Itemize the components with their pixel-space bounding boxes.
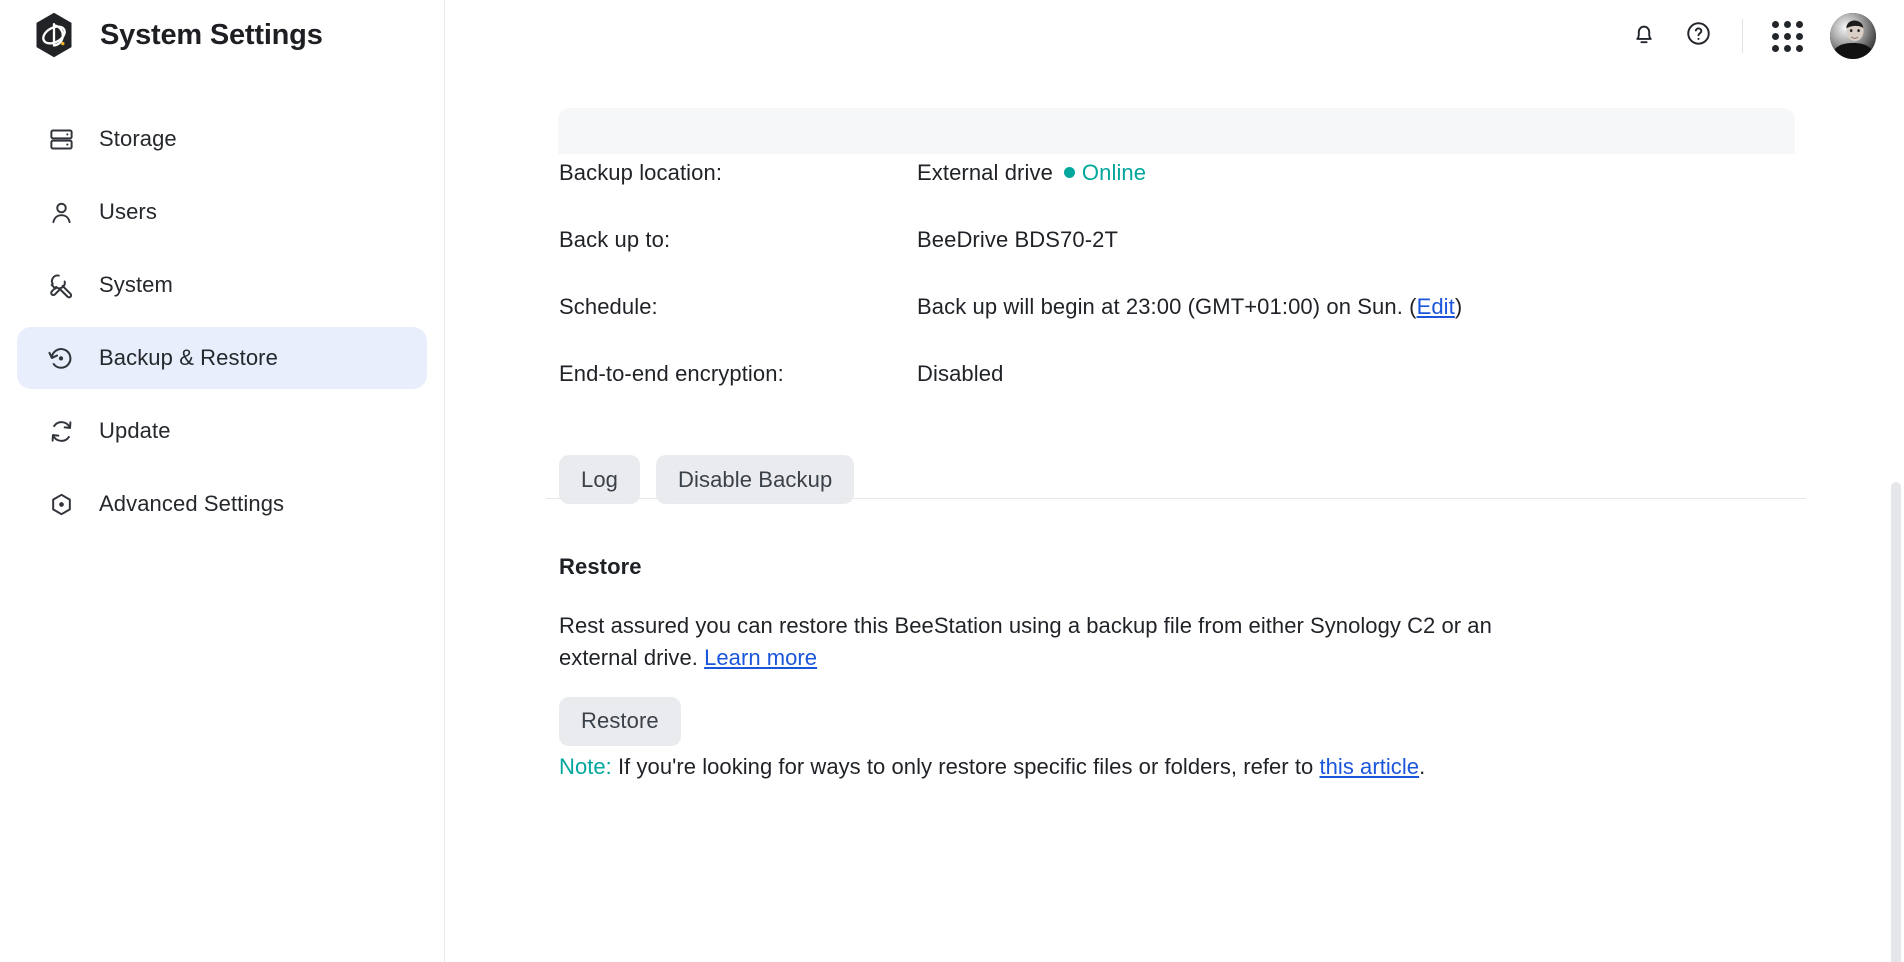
this-article-link[interactable]: this article (1319, 754, 1419, 779)
sidebar-item-system[interactable]: System (17, 254, 427, 316)
sidebar-item-storage[interactable]: Storage (17, 108, 427, 170)
page-title: System Settings (100, 18, 323, 51)
restore-section: Restore Rest assured you can restore thi… (559, 554, 1569, 746)
user-icon (46, 197, 76, 227)
wrench-icon (46, 270, 76, 300)
note-text-suffix: . (1419, 754, 1426, 779)
sidebar-item-label: Update (99, 418, 171, 443)
disable-backup-button[interactable]: Disable Backup (656, 455, 855, 504)
info-value: External drive Online (917, 160, 1146, 186)
avatar[interactable] (1830, 13, 1876, 59)
scrollbar-thumb[interactable] (1891, 482, 1901, 962)
apps-grid-icon (1771, 20, 1803, 52)
sidebar-item-advanced-settings[interactable]: Advanced Settings (17, 473, 427, 535)
help-circle-icon (1685, 20, 1712, 52)
restore-description-text: Rest assured you can restore this BeeSta… (559, 613, 1492, 670)
storage-icon (46, 124, 76, 154)
backup-location-value: External drive (917, 160, 1053, 185)
toolbar-divider (1742, 19, 1743, 53)
sidebar: System Settings Storage Users System Bac… (0, 0, 445, 962)
backup-restore-icon (46, 343, 76, 373)
info-label: End-to-end encryption: (559, 361, 784, 386)
restore-button[interactable]: Restore (559, 696, 681, 746)
info-label: Back up to: (559, 227, 671, 252)
top-bar (445, 0, 1904, 72)
sidebar-nav: Storage Users System Backup & Restore Up… (0, 108, 444, 535)
edit-schedule-link[interactable]: Edit (1417, 294, 1455, 319)
main-area: Backup location: External drive Online Ba… (445, 0, 1904, 962)
backup-target-value: BeeDrive BDS70-2T (917, 227, 1118, 252)
beestation-hex-logo-icon (30, 11, 78, 59)
sidebar-item-update[interactable]: Update (17, 400, 427, 462)
note-label: Note: (559, 754, 612, 779)
brand-header: System Settings (0, 0, 444, 70)
learn-more-link[interactable]: Learn more (704, 645, 817, 670)
help-button[interactable] (1671, 9, 1725, 63)
sidebar-item-users[interactable]: Users (17, 181, 427, 243)
info-label: Backup location: (559, 160, 723, 185)
info-row-encryption: End-to-end encryption: Disabled (559, 361, 1809, 428)
sidebar-item-label: Advanced Settings (99, 491, 285, 516)
scrolled-panel-top-edge (558, 108, 1795, 154)
sidebar-item-label: Users (99, 199, 157, 224)
schedule-value: Back up will begin at 23:00 (GMT+01:00) … (917, 294, 1462, 320)
hexagon-dot-icon (46, 489, 76, 519)
sidebar-item-backup-restore[interactable]: Backup & Restore (17, 327, 427, 389)
settings-content: Backup location: External drive Online Ba… (445, 72, 1904, 962)
log-button[interactable]: Log (559, 455, 641, 504)
backup-info-table: Backup location: External drive Online Ba… (559, 160, 1809, 428)
status-dot-icon (1063, 167, 1075, 178)
app-root: System Settings Storage Users System Bac… (0, 0, 1904, 962)
restore-note: Note: If you're looking for ways to only… (559, 754, 1425, 780)
sidebar-item-label: System (99, 272, 173, 297)
schedule-text-suffix: ) (1454, 294, 1463, 319)
info-row-backup-location: Backup location: External drive Online (559, 160, 1809, 227)
note-text-prefix: If you're looking for ways to only resto… (611, 754, 1320, 779)
encryption-value: Disabled (917, 361, 1004, 386)
section-divider (546, 498, 1806, 499)
vertical-scrollbar[interactable] (1891, 144, 1904, 962)
schedule-text-prefix: Back up will begin at 23:00 (GMT+01:00) … (917, 294, 1417, 319)
sync-icon (46, 416, 76, 446)
sidebar-item-label: Backup & Restore (99, 345, 278, 370)
bell-icon (1631, 21, 1657, 52)
backup-actions: Log Disable Backup (559, 455, 855, 504)
status-badge: Online (1081, 160, 1147, 185)
notifications-button[interactable] (1617, 9, 1671, 63)
apps-button[interactable] (1760, 9, 1814, 63)
sidebar-item-label: Storage (99, 126, 177, 151)
info-row-back-up-to: Back up to: BeeDrive BDS70-2T (559, 227, 1809, 294)
info-label: Schedule: (559, 294, 658, 319)
restore-section-title: Restore (559, 554, 642, 579)
info-row-schedule: Schedule: Back up will begin at 23:00 (G… (559, 294, 1809, 361)
restore-description: Rest assured you can restore this BeeSta… (559, 610, 1559, 674)
